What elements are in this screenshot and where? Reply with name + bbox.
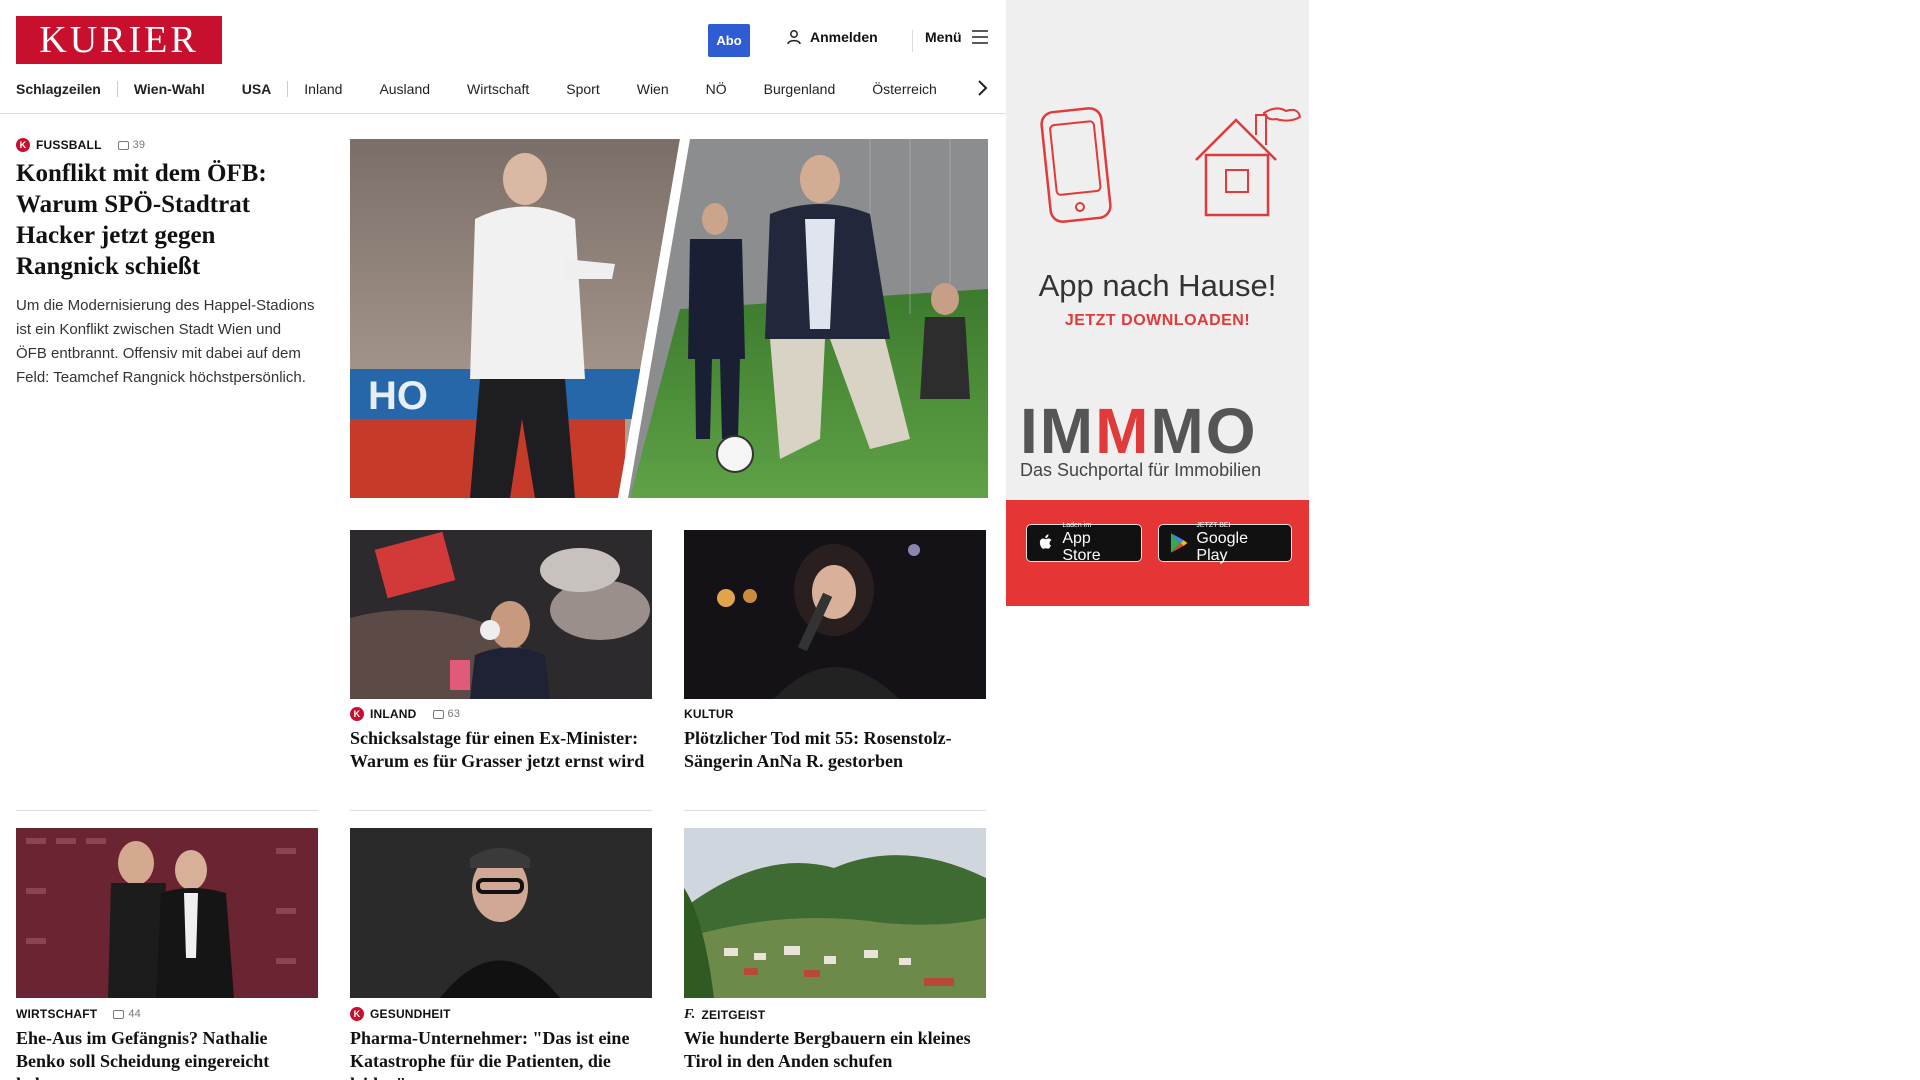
kurier-plus-icon: K [350, 1007, 364, 1021]
row-divider [16, 810, 318, 811]
login-button[interactable]: Anmelden [786, 29, 878, 45]
nav-spacer [687, 81, 688, 97]
nav-item-usa[interactable]: USA [242, 81, 272, 97]
google-play-small-label: JETZT BEI [1196, 522, 1231, 529]
immmo-ad[interactable]: App nach Hause! JETZT DOWNLOADEN! IMMMO … [1006, 0, 1309, 606]
hero-image[interactable]: HO [350, 139, 988, 498]
nav-item-sport[interactable]: Sport [566, 81, 599, 97]
google-play-button[interactable]: JETZT BEI Google Play [1158, 522, 1292, 564]
nav-item-ausland[interactable]: Ausland [379, 81, 430, 97]
section-nav: Schlagzeilen Wien-Wahl USA Inland Auslan… [16, 78, 991, 100]
nav-item-oesterreich[interactable]: Österreich [872, 81, 937, 97]
house-illustration-icon [1195, 107, 1302, 217]
card-headline[interactable]: Pharma-Unternehmer: "Das ist eine Katast… [350, 1027, 652, 1080]
comment-icon [113, 1009, 125, 1019]
immmo-logo-accent: M [1095, 395, 1151, 467]
nav-item-schlagzeilen[interactable]: Schlagzeilen [16, 81, 101, 97]
card-headline[interactable]: Plötzlicher Tod mit 55: Rosenstolz-Sänge… [684, 727, 986, 773]
zeitgeist-icon: f. [684, 1007, 696, 1022]
nav-spacer [448, 81, 449, 97]
google-play-label: Google Play [1196, 530, 1248, 564]
card-kicker[interactable]: f. ZEITGEIST [684, 1007, 765, 1023]
kurier-logo[interactable]: KURIER [16, 16, 222, 64]
nav-spacer [360, 81, 361, 97]
hero-teaser: Um die Modernisierung des Happel-Stadion… [16, 297, 315, 386]
card-category: INLAND [370, 707, 417, 721]
immmo-tagline: Das Suchportal für Immobilien [1020, 460, 1262, 480]
hero-kicker[interactable]: K FUSSBALL 39 [16, 138, 145, 152]
user-icon [787, 30, 801, 45]
nav-spacer [853, 81, 854, 97]
nav-item-wien[interactable]: Wien [637, 81, 669, 97]
card-kicker[interactable]: K INLAND 63 [350, 707, 460, 721]
card-category: KULTUR [684, 707, 734, 721]
card-comment-count: 44 [128, 1008, 141, 1020]
kurier-page: KURIER Abo Anmelden Menü Schlagzeilen Wi… [0, 0, 1006, 1080]
card-kicker[interactable]: K GESUNDHEIT [350, 1007, 451, 1021]
nav-divider [116, 81, 118, 97]
card-image-anden[interactable] [684, 828, 986, 998]
card-image-anna-r[interactable] [684, 530, 986, 699]
nav-spacer [618, 81, 619, 97]
card-headline[interactable]: Ehe-Aus im Gefängnis? Nathalie Benko sol… [16, 1027, 318, 1080]
card-category: GESUNDHEIT [370, 1007, 451, 1021]
app-store-button[interactable]: Laden im App Store [1026, 522, 1142, 564]
card-headline[interactable]: Wie hunderte Bergbauern ein kleines Tiro… [684, 1027, 986, 1073]
nav-item-inland[interactable]: Inland [304, 81, 342, 97]
menu-divider [912, 30, 913, 52]
card-image-grasser[interactable] [350, 530, 652, 699]
comment-icon [117, 140, 129, 150]
hamburger-icon [971, 30, 988, 44]
nav-item-burgenland[interactable]: Burgenland [764, 81, 836, 97]
nav-spacer [745, 81, 746, 97]
immmo-logo: IMMMO [1020, 394, 1258, 468]
card-kicker[interactable]: WIRTSCHAFT 44 [16, 1007, 141, 1021]
login-label: Anmelden [810, 29, 878, 45]
card-category: ZEITGEIST [701, 1008, 766, 1022]
hero-category: FUSSBALL [36, 138, 102, 152]
nav-item-wirtschaft[interactable]: Wirtschaft [467, 81, 529, 97]
nav-item-noe[interactable]: NÖ [706, 81, 727, 97]
card-comments[interactable]: 44 [113, 1008, 141, 1020]
apple-icon [1039, 534, 1052, 549]
nav-chevron-right-icon[interactable] [976, 78, 988, 98]
immmo-logo-part: IM [1020, 395, 1096, 467]
hero-comments[interactable]: 39 [117, 139, 146, 151]
nav-bottom-border [0, 113, 1006, 114]
google-play-icon [1170, 533, 1188, 553]
comment-icon [432, 709, 444, 719]
kurier-plus-icon: K [16, 138, 30, 152]
card-image-benko[interactable] [16, 828, 318, 998]
hero-comment-count: 39 [132, 139, 146, 151]
app-store-small-label: Laden im [1062, 522, 1092, 529]
menu-label: Menü [925, 29, 962, 45]
kurier-plus-icon: K [350, 707, 364, 721]
ad-subtitle: JETZT DOWNLOADEN! [1064, 312, 1251, 329]
card-comment-count: 63 [447, 708, 461, 720]
ad-title: App nach Hause! [1038, 268, 1277, 303]
card-comments[interactable]: 63 [432, 708, 461, 720]
nav-spacer [223, 81, 224, 97]
row-divider [684, 810, 986, 811]
hero-headline[interactable]: Konflikt mit dem ÖFB: Warum SPÖ-Stadtrat… [16, 158, 316, 282]
row-divider [350, 810, 652, 811]
nav-divider [287, 81, 289, 97]
card-headline[interactable]: Schicksalstage für einen Ex-Minister: Wa… [350, 727, 652, 773]
card-image-pharma[interactable] [350, 828, 652, 998]
svg-text:HO: HO [368, 374, 428, 418]
menu-button[interactable]: Menü [925, 29, 988, 45]
phone-illustration-icon [1040, 107, 1112, 223]
card-category: WIRTSCHAFT [16, 1007, 98, 1021]
nav-spacer [547, 81, 548, 97]
card-kicker[interactable]: KULTUR [684, 707, 734, 721]
immmo-logo-part: MO [1150, 395, 1258, 467]
abo-button[interactable]: Abo [708, 24, 750, 57]
app-store-label: App Store [1062, 530, 1101, 564]
nav-item-wien-wahl[interactable]: Wien-Wahl [134, 81, 205, 97]
